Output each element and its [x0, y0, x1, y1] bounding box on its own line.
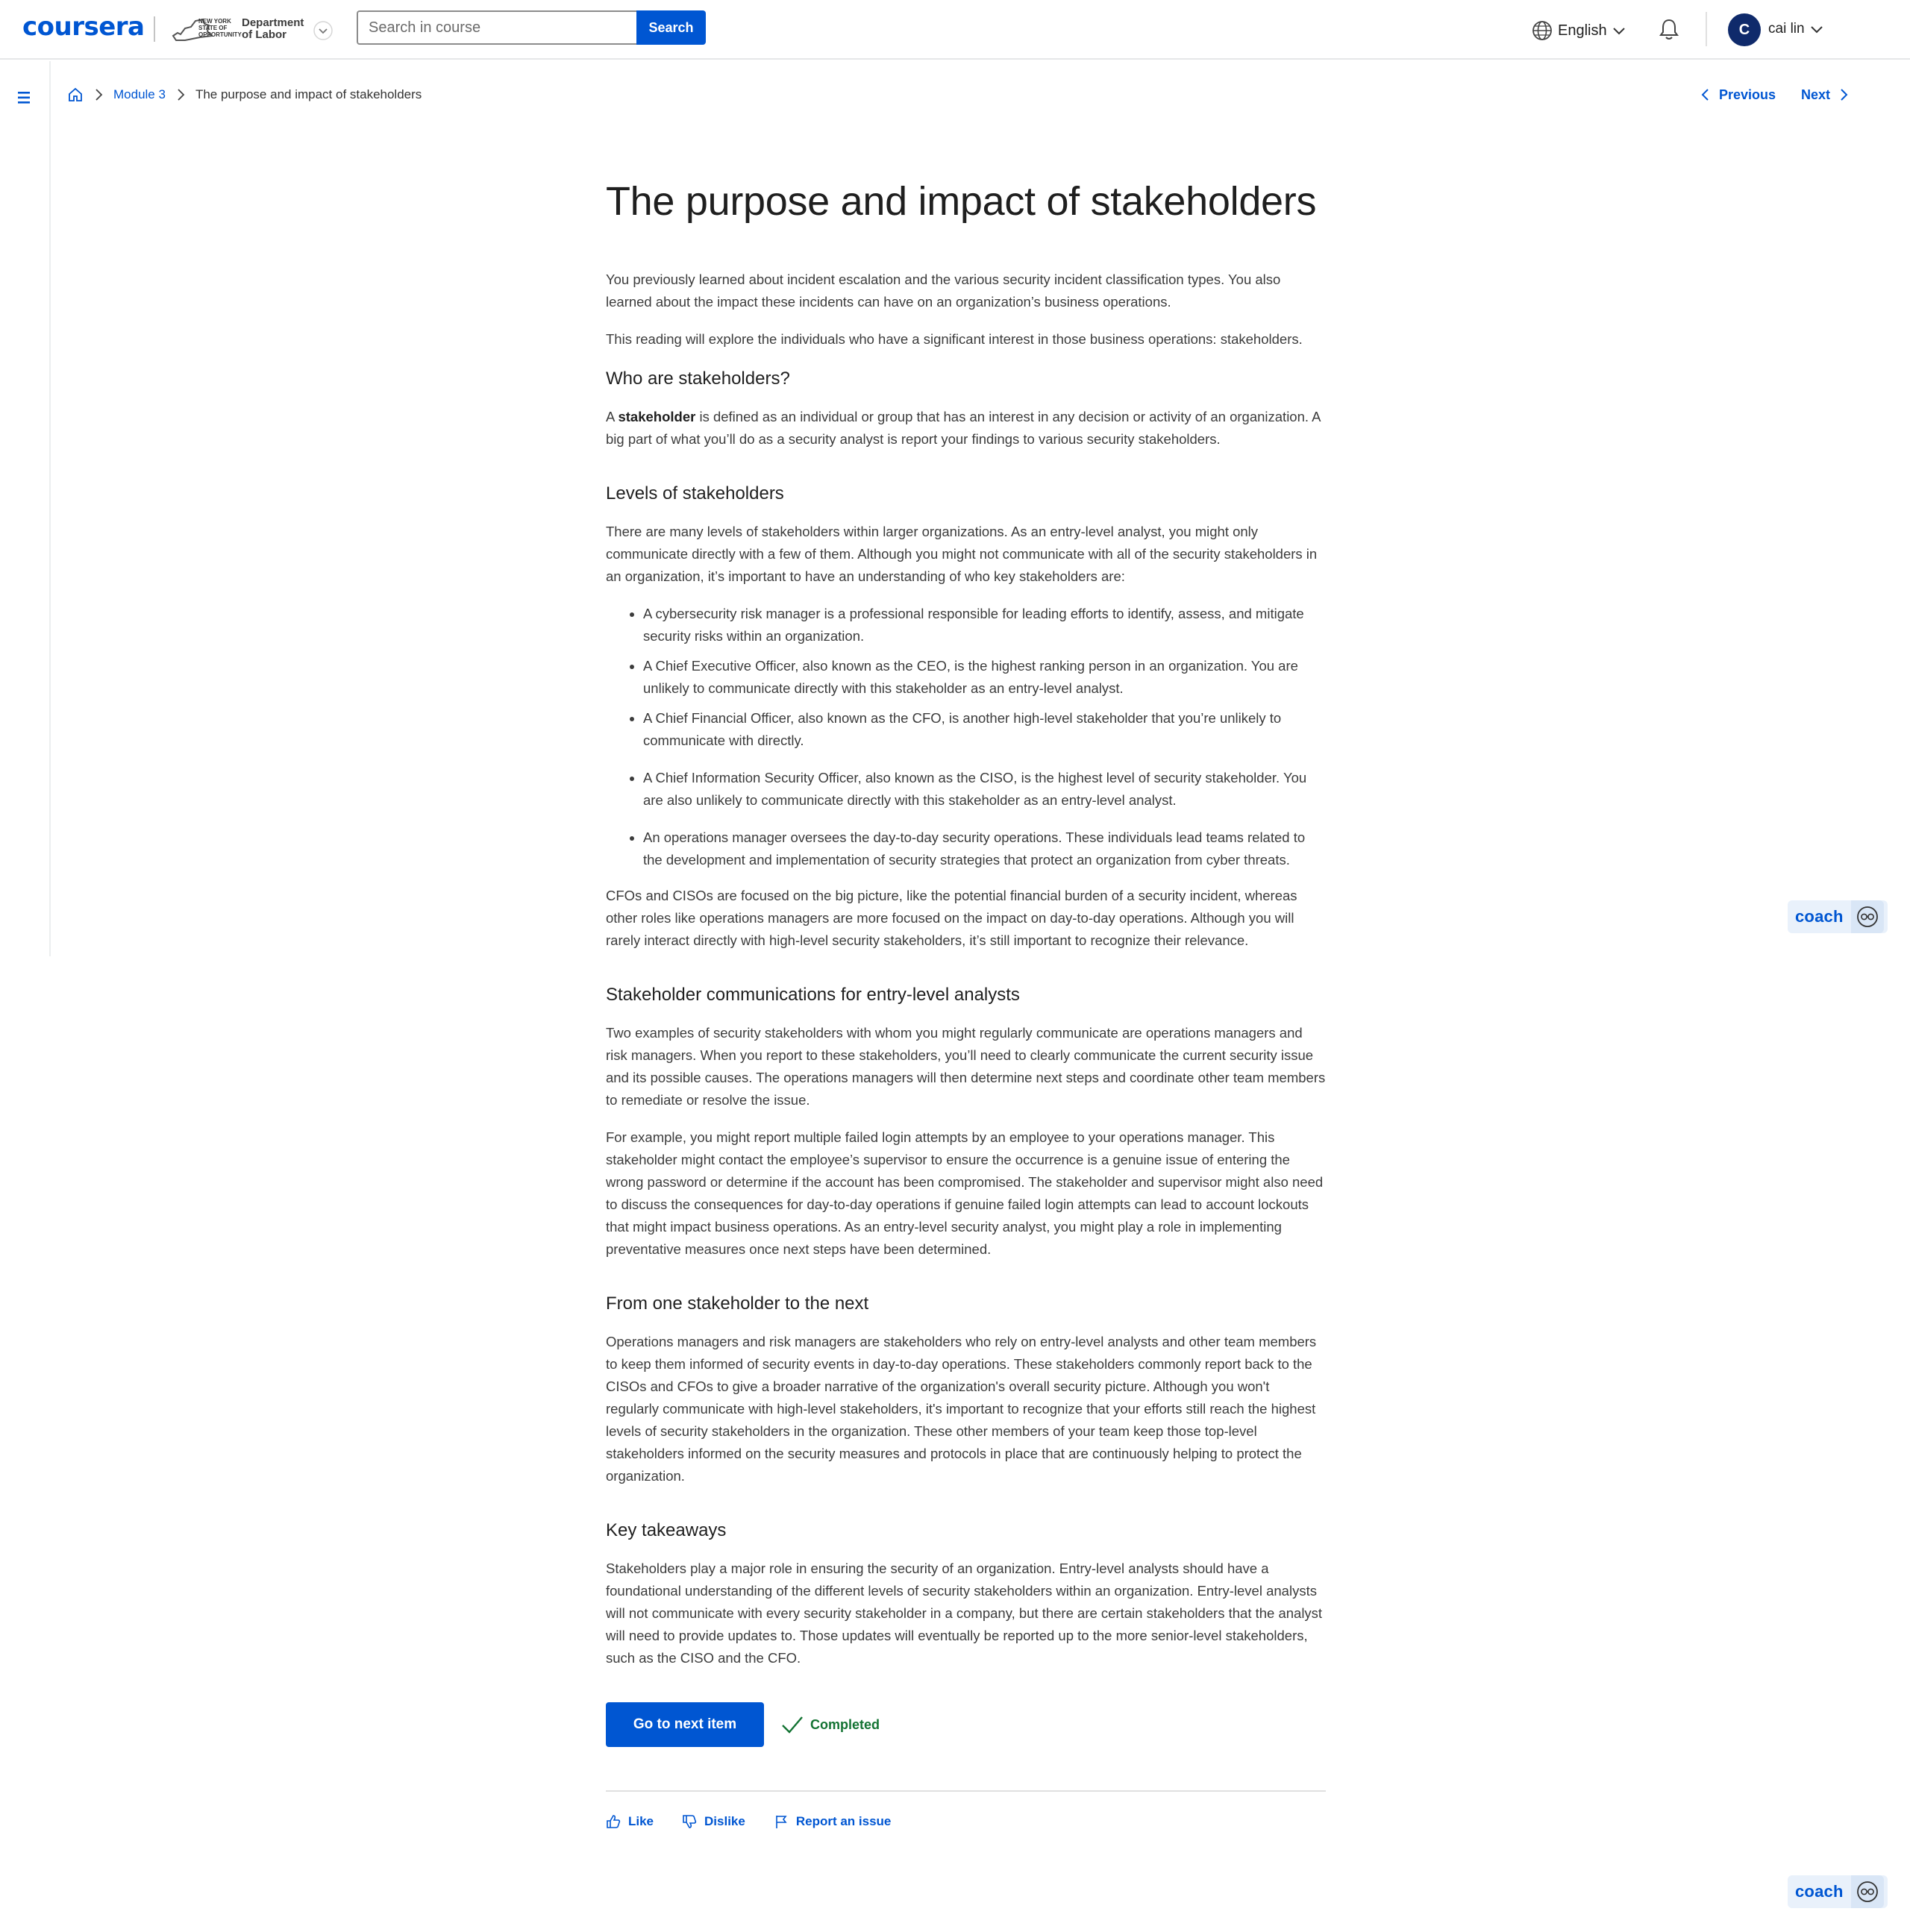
heading-who-are-stakeholders: Who are stakeholders?: [606, 368, 790, 389]
partner-logo[interactable]: NEW YORK STATE OF OPPORTUNITY Department…: [170, 12, 304, 46]
coach-label: coach: [1795, 907, 1844, 926]
previous-label: Previous: [1719, 87, 1776, 102]
notifications-bell-icon[interactable]: [1656, 16, 1682, 42]
user-menu[interactable]: cai lin: [1768, 18, 1824, 40]
chevron-left-icon: [1701, 89, 1709, 101]
chevron-right-icon: [1841, 89, 1848, 101]
coach-label: coach: [1795, 1882, 1844, 1901]
reading-content: The purpose and impact of stakeholders Y…: [606, 172, 1326, 1829]
list-item: An operations manager oversees the day-t…: [643, 827, 1326, 871]
coach-button[interactable]: coach: [1788, 900, 1888, 933]
stakeholder-list: A cybersecurity risk manager is a profes…: [606, 603, 1326, 871]
levels-paragraph: There are many levels of stakeholders wi…: [606, 524, 1318, 584]
definition-prefix: A: [606, 409, 619, 424]
coach-button[interactable]: coach: [1788, 1875, 1888, 1908]
from-one-stakeholder-paragraph: Operations managers and risk managers ar…: [606, 1334, 1317, 1484]
chevron-right-icon: [93, 88, 104, 101]
next-label: Next: [1801, 87, 1831, 102]
dislike-label: Dislike: [704, 1814, 745, 1828]
definition-text: is defined as an individual or group tha…: [606, 409, 1321, 447]
go-to-next-item-button[interactable]: Go to next item: [606, 1702, 764, 1747]
flag-icon: [776, 1816, 787, 1828]
logo-divider: [154, 16, 155, 42]
list-item: A Chief Information Security Officer, al…: [643, 767, 1326, 812]
key-takeaways-paragraph: Stakeholders play a major role in ensuri…: [606, 1561, 1323, 1666]
header-separator: [1706, 12, 1707, 46]
search-button[interactable]: Search: [636, 10, 706, 45]
definition-paragraph: A stakeholder is defined as an individua…: [606, 406, 1326, 451]
search-input[interactable]: [357, 10, 638, 45]
page-title: The purpose and impact of stakeholders: [606, 179, 1317, 224]
report-issue-button[interactable]: Report an issue: [774, 1814, 892, 1829]
left-rail: [0, 61, 51, 956]
partner-chevron-down-icon[interactable]: [313, 21, 333, 40]
partner-tagline: NEW YORK STATE OF OPPORTUNITY: [198, 18, 242, 38]
completion-actions: Go to next item Completed: [606, 1702, 1326, 1747]
heading-stakeholder-communications: Stakeholder communications for entry-lev…: [606, 985, 1020, 1005]
list-item: A Chief Financial Officer, also known as…: [643, 707, 1326, 752]
breadcrumb-current: The purpose and impact of stakeholders: [195, 87, 422, 101]
communications-paragraph-1: Two examples of security stakeholders wi…: [606, 1025, 1326, 1108]
thumbs-up-icon: [607, 1815, 621, 1828]
language-selector[interactable]: English: [1531, 18, 1626, 43]
user-name: cai lin: [1768, 21, 1805, 37]
completed-label: Completed: [810, 1716, 880, 1732]
like-label: Like: [628, 1814, 654, 1828]
breadcrumb-module-link[interactable]: Module 3: [113, 87, 166, 102]
coursera-logo[interactable]: coursera: [22, 12, 145, 42]
partner-name: Department of Labor: [242, 16, 304, 41]
communications-paragraph-2: For example, you might report multiple f…: [606, 1129, 1324, 1257]
globe-icon: [1532, 21, 1552, 40]
report-issue-label: Report an issue: [795, 1814, 892, 1828]
home-icon[interactable]: [67, 87, 84, 103]
like-button[interactable]: Like: [606, 1814, 654, 1829]
completed-status: Completed: [780, 1714, 880, 1735]
list-item: A cybersecurity risk manager is a profes…: [643, 603, 1326, 647]
previous-button[interactable]: Previous: [1700, 84, 1776, 106]
chevron-down-icon: [1612, 28, 1625, 35]
dislike-button[interactable]: Dislike: [682, 1814, 745, 1829]
definition-term: stakeholder: [618, 409, 696, 424]
heading-from-one-stakeholder: From one stakeholder to the next: [606, 1293, 869, 1314]
divider: [606, 1790, 1326, 1792]
coach-glasses-icon: [1850, 1875, 1884, 1908]
intro-paragraph-2: This reading will explore the individual…: [606, 331, 1303, 347]
feedback-bar: Like Dislike Report an issue: [606, 1814, 1326, 1829]
chevron-down-icon: [1810, 26, 1823, 34]
coach-glasses-icon: [1850, 900, 1884, 933]
intro-paragraph-1: You previously learned about incident es…: [606, 272, 1281, 310]
breadcrumb: Module 3 The purpose and impact of stake…: [67, 84, 422, 106]
next-button[interactable]: Next: [1801, 84, 1850, 106]
checkmark-icon: [782, 1716, 803, 1734]
heading-key-takeaways: Key takeaways: [606, 1520, 727, 1540]
heading-levels-of-stakeholders: Levels of stakeholders: [606, 483, 784, 504]
hamburger-menu-icon[interactable]: [15, 90, 34, 106]
language-label: English: [1558, 22, 1607, 39]
list-item: A Chief Executive Officer, also known as…: [643, 655, 1326, 700]
chevron-right-icon: [175, 88, 187, 101]
levels-paragraph-2: CFOs and CISOs are focused on the big pi…: [606, 888, 1297, 948]
top-header: coursera NEW YORK STATE OF OPPORTUNITY D…: [0, 0, 1910, 60]
avatar[interactable]: C: [1728, 13, 1761, 46]
thumbs-down-icon: [683, 1815, 697, 1828]
